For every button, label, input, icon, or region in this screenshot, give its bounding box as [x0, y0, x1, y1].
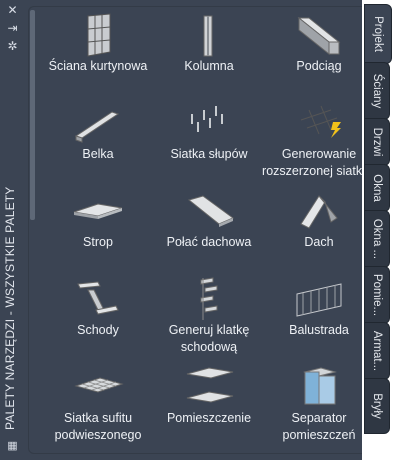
column-grid-icon: [191, 106, 223, 132]
roof-icon: [300, 195, 338, 229]
tab-label: Okna: [371, 174, 383, 202]
tool-girder[interactable]: Podciąg: [261, 12, 377, 98]
tool-column[interactable]: Kolumna: [151, 12, 267, 98]
palette-title: PALETY NARZĘDZI - WSZYSTKIE PALETY: [3, 186, 17, 430]
tool-label: Schody: [77, 323, 119, 337]
tool-label: Połać dachowa: [166, 235, 252, 249]
column-icon: [203, 15, 213, 57]
tool-label: Belka: [82, 147, 114, 161]
space-icon: [186, 367, 234, 403]
tool-column-grid[interactable]: Siatka słupów: [151, 100, 267, 186]
palette-title-bar[interactable]: ✕ ⇥ ✲ PALETY NARZĘDZI - WSZYSTKIE PALETY…: [0, 0, 26, 460]
ceiling-grid-icon: [74, 377, 124, 393]
close-icon[interactable]: ✕: [6, 4, 19, 17]
settings-icon[interactable]: ✲: [6, 40, 19, 53]
beam-girder-icon: [297, 16, 341, 56]
tool-label: Balustrada: [289, 323, 349, 337]
roof-slab-icon: [187, 195, 235, 227]
tool-label: Ściana kurtynowa: [48, 59, 148, 73]
stair-tower-icon: [200, 277, 218, 320]
tab-label: Projekt: [372, 16, 384, 52]
tool-roof-slab[interactable]: Połać dachowa: [151, 188, 267, 274]
tool-label: Dach: [304, 235, 334, 249]
tab-armatura[interactable]: Armat...: [364, 322, 390, 380]
tab-label: Armat...: [371, 330, 383, 372]
enhanced-grid-icon: [300, 105, 341, 138]
auto-hide-icon[interactable]: ⇥: [6, 22, 19, 35]
tool-label: Strop: [83, 235, 113, 249]
tool-enhanced-grid[interactable]: Generowanie rozszerzonej siatk ...: [261, 100, 377, 190]
tab-okna-more[interactable]: Okna ...: [364, 210, 390, 268]
tab-label: Drzwi: [371, 127, 383, 157]
tab-label: Okna ...: [371, 218, 383, 260]
tool-space-separator[interactable]: Separator pomieszczeń: [261, 364, 377, 456]
tab-bryly[interactable]: Bryły: [364, 378, 390, 434]
tab-label: Ściany: [371, 73, 383, 109]
tool-label: Generuj klatkę schodową: [168, 323, 250, 354]
tool-label: Siatka słupów: [170, 147, 248, 161]
tool-space[interactable]: Pomieszczenie: [151, 364, 267, 450]
tab-drzwi[interactable]: Drzwi: [364, 118, 390, 166]
slab-icon: [73, 203, 123, 219]
railing-icon: [296, 283, 342, 317]
tool-roof[interactable]: Dach: [261, 188, 377, 274]
beam-icon: [74, 111, 120, 143]
curtain-wall-icon: [87, 13, 111, 57]
tool-beam[interactable]: Belka: [40, 100, 156, 186]
tool-label: Separator pomieszczeń: [282, 411, 356, 442]
tool-label: Kolumna: [184, 59, 234, 73]
space-separator-icon: [303, 367, 337, 405]
tool-label: Siatka sufitu podwieszonego: [54, 411, 142, 442]
scrollbar[interactable]: [30, 10, 35, 220]
palette-tabs: Projekt Ściany Drzwi Okna Okna ... Pomie…: [362, 0, 407, 460]
tool-railing[interactable]: Balustrada: [261, 276, 377, 362]
tool-palette: ✕ ⇥ ✲ PALETY NARZĘDZI - WSZYSTKIE PALETY…: [0, 0, 407, 460]
tab-sciany[interactable]: Ściany: [364, 62, 390, 120]
tool-stair[interactable]: Schody: [40, 276, 156, 362]
tool-curtain-wall[interactable]: Ściana kurtynowa: [40, 12, 156, 98]
tab-projekt[interactable]: Projekt: [364, 4, 392, 64]
stair-icon: [77, 281, 119, 315]
tab-okna[interactable]: Okna: [364, 164, 390, 212]
properties-icon[interactable]: ▦: [6, 440, 19, 453]
tool-slab[interactable]: Strop: [40, 188, 156, 274]
tool-label: Pomieszczenie: [166, 411, 252, 425]
tool-label: Podciąg: [296, 59, 342, 73]
tab-label: Pomie...: [371, 273, 383, 317]
tool-label: Generowanie rozszerzonej siatk ...: [262, 147, 376, 178]
tab-pomieszczenia[interactable]: Pomie...: [364, 266, 390, 324]
tab-label: Bryły: [371, 393, 383, 419]
tool-ceiling-grid[interactable]: Siatka sufitu podwieszonego: [40, 364, 156, 456]
tool-stair-tower[interactable]: Generuj klatkę schodową: [151, 276, 267, 368]
